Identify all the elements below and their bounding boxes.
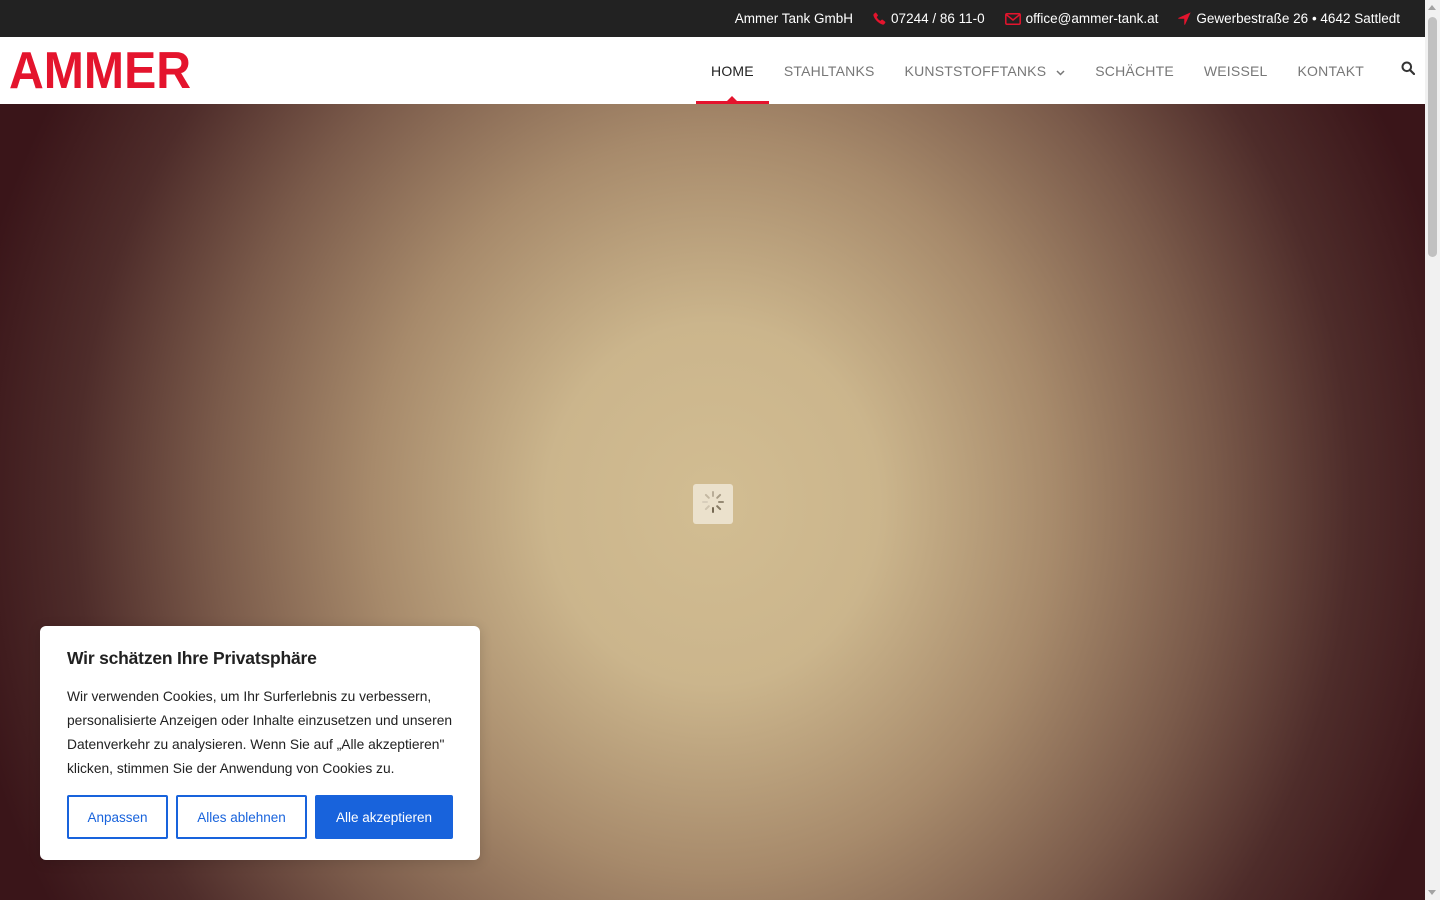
site-header: AMMER HOME STAHLTANKS KUNSTSTOFFTANKS SC… — [0, 37, 1425, 104]
scroll-down-arrow-icon[interactable] — [1428, 890, 1436, 895]
phone-link[interactable]: 07244 / 86 11-0 — [873, 11, 985, 26]
page-scrollbar[interactable] — [1425, 0, 1440, 900]
scroll-thumb[interactable] — [1428, 17, 1437, 257]
nav-weissel[interactable]: WEIßEL — [1189, 37, 1283, 104]
scroll-up-arrow-icon[interactable] — [1428, 5, 1436, 10]
address-link[interactable]: Gewerbestraße 26 • 4642 Sattledt — [1178, 11, 1400, 26]
logo-text: AMMER — [9, 47, 191, 93]
company-name: Ammer Tank GmbH — [734, 11, 854, 26]
cookie-title: Wir schätzen Ihre Privatsphäre — [67, 648, 317, 668]
search-button[interactable] — [1379, 37, 1425, 104]
email-link[interactable]: office@ammer-tank.at — [1004, 11, 1158, 26]
chevron-down-icon — [1056, 63, 1065, 79]
phone-icon — [873, 12, 886, 25]
loading-spinner — [693, 484, 733, 524]
search-icon — [1401, 61, 1416, 80]
cookie-text: Wir verwenden Cookies, um Ihr Surferlebn… — [67, 689, 453, 776]
cookie-buttons: Anpassen Alles ablehnen Alle akzeptieren — [67, 795, 453, 839]
main-nav: HOME STAHLTANKS KUNSTSTOFFTANKS SCHÄCHTE… — [696, 37, 1425, 104]
logo[interactable]: AMMER — [9, 42, 193, 100]
location-arrow-icon — [1178, 12, 1192, 25]
envelope-icon — [1004, 12, 1021, 25]
nav-kunststofftanks[interactable]: KUNSTSTOFFTANKS — [890, 37, 1081, 104]
customize-button[interactable]: Anpassen — [67, 795, 168, 839]
cookie-consent-dialog: Wir schätzen Ihre Privatsphäre Wir verwe… — [40, 626, 480, 860]
spinner-icon — [701, 490, 725, 519]
nav-kontakt[interactable]: KONTAKT — [1283, 37, 1379, 104]
top-bar: Ammer Tank GmbH 07244 / 86 11-0 office@a… — [0, 0, 1425, 37]
nav-stahltanks[interactable]: STAHLTANKS — [769, 37, 890, 104]
nav-schaechte[interactable]: SCHÄCHTE — [1080, 37, 1189, 104]
accept-all-button[interactable]: Alle akzeptieren — [315, 795, 453, 839]
reject-all-button[interactable]: Alles ablehnen — [176, 795, 307, 839]
nav-home[interactable]: HOME — [696, 37, 769, 104]
